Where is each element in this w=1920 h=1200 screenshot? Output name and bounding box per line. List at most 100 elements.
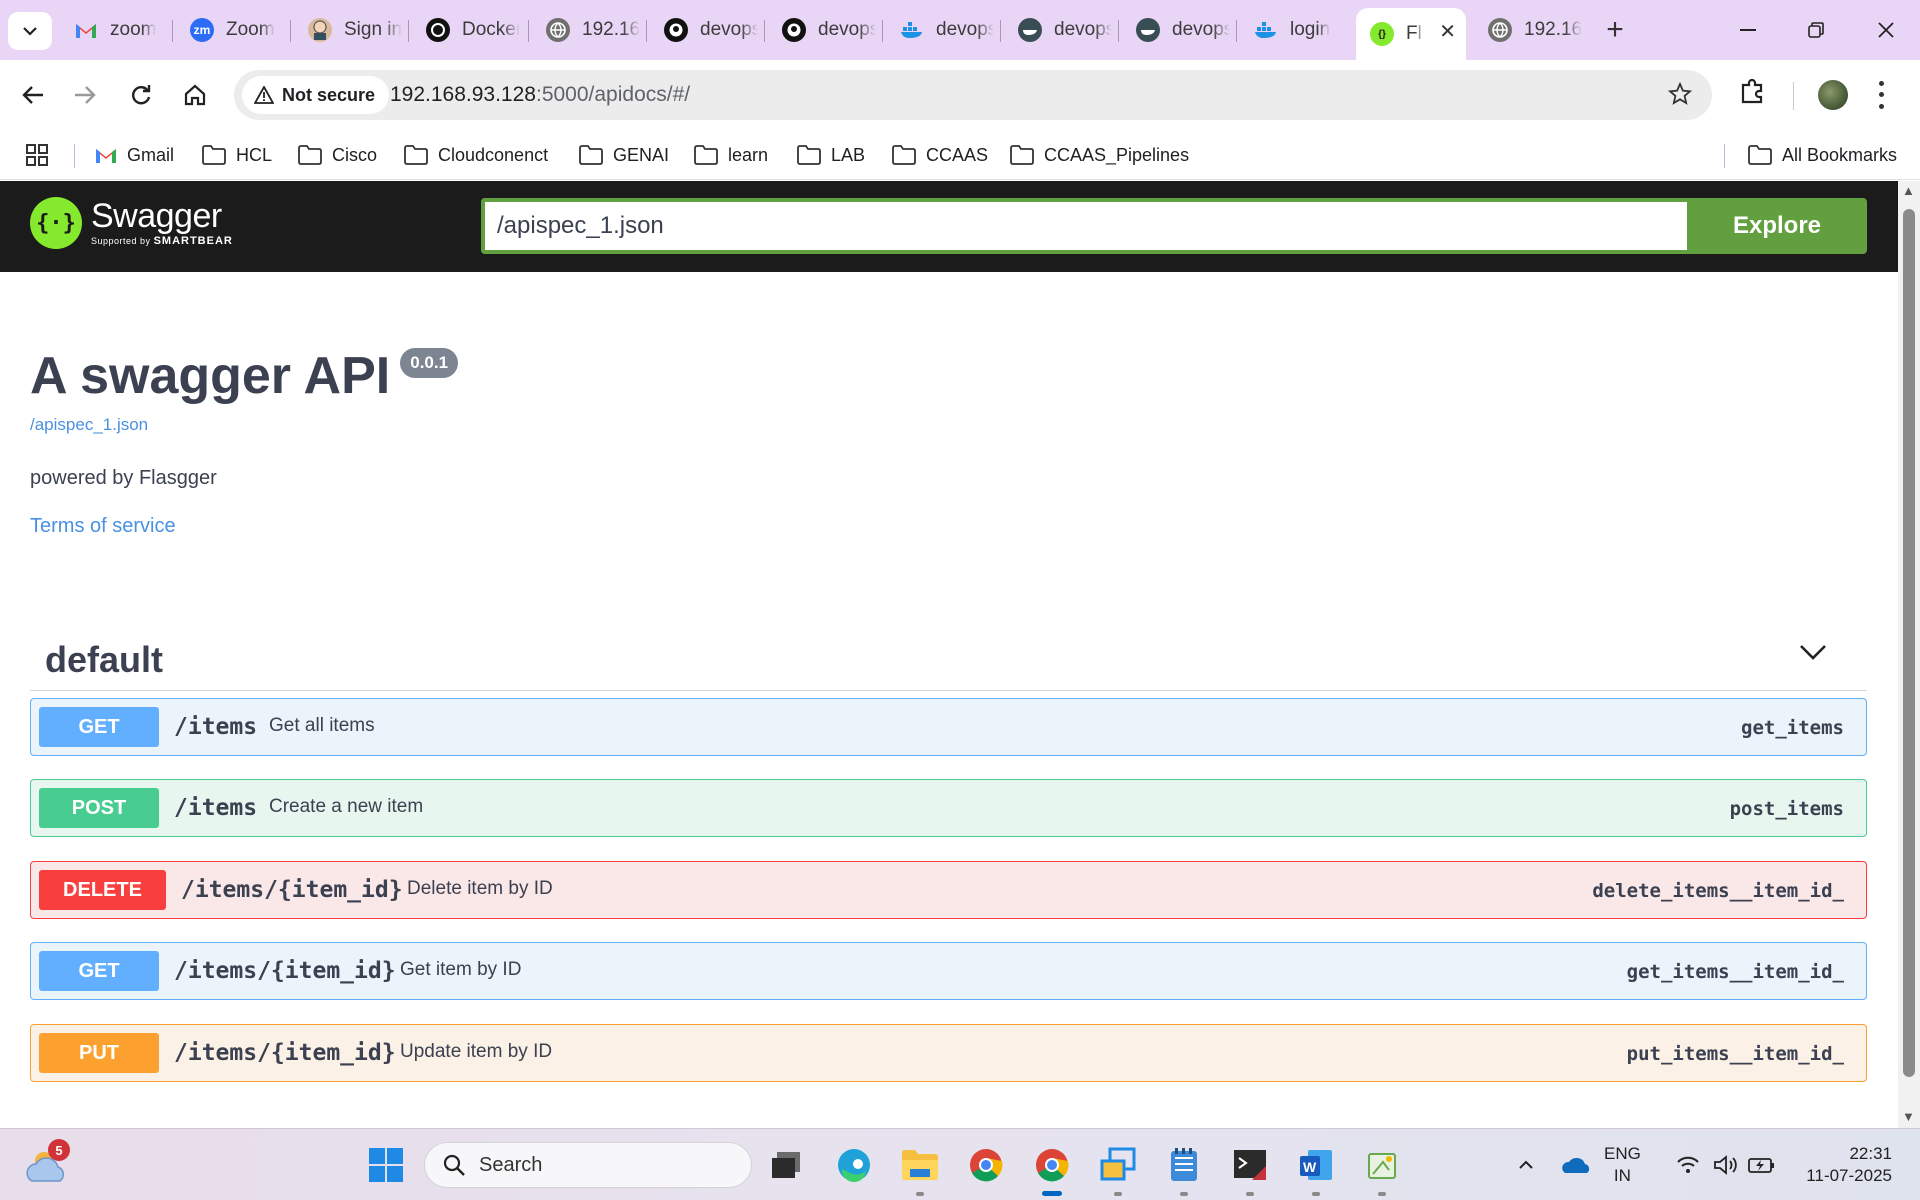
taskbar-chrome-active[interactable] — [1032, 1145, 1072, 1185]
bookmarks-bar: Gmail HCL Cisco Cloudconenct GENAI learn… — [0, 130, 1920, 180]
site-info-button[interactable]: Not secure — [242, 76, 390, 114]
bookmark-genai[interactable]: GENAI — [579, 140, 669, 170]
start-button[interactable] — [366, 1145, 406, 1185]
bookmark-cisco[interactable]: Cisco — [298, 140, 377, 170]
tab-192-2[interactable]: 192.168 — [1474, 8, 1582, 52]
operation-summary: Delete item by ID — [407, 878, 553, 899]
tab-devops-github-2[interactable]: devops — [768, 8, 876, 52]
taskbar-word[interactable]: W — [1296, 1145, 1336, 1185]
home-button[interactable] — [174, 74, 216, 116]
tray-volume[interactable] — [1706, 1145, 1746, 1185]
operation-get-item[interactable]: GET /items/{item_id} Get item by ID get_… — [30, 942, 1867, 1000]
bookmark-star-button[interactable] — [1667, 81, 1693, 111]
tray-overflow-button[interactable] — [1506, 1145, 1546, 1185]
operation-summary: Update item by ID — [400, 1041, 553, 1062]
restore-button[interactable] — [1788, 8, 1844, 52]
taskbar-search[interactable]: Search — [424, 1142, 752, 1188]
reload-button[interactable] — [120, 74, 162, 116]
apps-button[interactable] — [26, 140, 58, 170]
spec-link[interactable]: /apispec_1.json — [30, 415, 148, 435]
bookmark-ccaas-pipelines[interactable]: CCAAS_Pipelines — [1010, 140, 1189, 170]
terms-of-service-link[interactable]: Terms of service — [30, 515, 176, 538]
tab-sign-in[interactable]: Sign in — [294, 8, 402, 52]
search-icon — [443, 1154, 465, 1176]
scroll-down-icon[interactable]: ▼ — [1902, 1109, 1915, 1124]
new-tab-button[interactable]: + — [1597, 10, 1633, 50]
url-host: 192.168.93.128 — [390, 83, 536, 106]
taskbar-terminal[interactable] — [1230, 1145, 1270, 1185]
tray-battery[interactable] — [1742, 1145, 1782, 1185]
forward-button[interactable] — [64, 74, 106, 116]
minimize-button[interactable] — [1720, 8, 1776, 52]
operation-put-item[interactable]: PUT /items/{item_id} Update item by ID p… — [30, 1024, 1867, 1082]
scrollbar-thumb[interactable] — [1903, 209, 1915, 1077]
bookmark-learn[interactable]: learn — [694, 140, 768, 170]
tray-clock[interactable]: 22:31 11-07-2025 — [1798, 1143, 1892, 1187]
tab-devops-github-1[interactable]: devops — [650, 8, 758, 52]
gmail-icon — [74, 18, 98, 42]
operation-delete-item[interactable]: DELETE /items/{item_id} Delete item by I… — [30, 861, 1867, 919]
tab-search-button[interactable] — [8, 12, 52, 50]
tag-section-header[interactable]: default — [30, 621, 1867, 691]
address-bar[interactable]: Not secure 192.168.93.128:5000/apidocs/#… — [234, 70, 1712, 120]
bookmark-gmail[interactable]: Gmail — [95, 140, 174, 170]
url-text[interactable]: 192.168.93.128:5000/apidocs/#/ — [390, 83, 690, 107]
tray-language[interactable]: ENG IN — [1604, 1143, 1641, 1187]
taskbar-edge[interactable] — [834, 1145, 874, 1185]
operation-id: get_items — [1741, 717, 1844, 739]
tab-devops-dockerhub-1[interactable]: devops — [1004, 8, 1112, 52]
spec-url-input[interactable] — [481, 198, 1687, 254]
browser-menu-button[interactable] — [1876, 78, 1886, 112]
swagger-topbar: {·} Swagger Supported by SMARTBEAR Explo… — [0, 181, 1898, 272]
chevron-up-icon — [1519, 1160, 1533, 1169]
tray-onedrive[interactable] — [1556, 1145, 1596, 1185]
all-bookmarks-button[interactable]: All Bookmarks — [1748, 140, 1897, 170]
taskbar-remote-desktop[interactable] — [1098, 1145, 1138, 1185]
tab-devops-docker-1[interactable]: devops — [886, 8, 994, 52]
taskbar-file-explorer[interactable] — [900, 1145, 940, 1185]
tab-192-1[interactable]: 192.168 — [532, 8, 640, 52]
extensions-button[interactable] — [1740, 78, 1766, 109]
swagger-logo[interactable]: {·} Swagger Supported by SMARTBEAR — [30, 197, 233, 249]
battery-charging-icon — [1748, 1158, 1774, 1173]
back-button[interactable] — [12, 74, 54, 116]
chevron-down-icon — [23, 27, 37, 36]
scroll-up-icon[interactable]: ▲ — [1902, 183, 1915, 198]
operation-id: put_items__item_id_ — [1626, 1043, 1844, 1065]
operation-get-items[interactable]: GET /items Get all items get_items — [30, 698, 1867, 756]
tray-wifi[interactable] — [1668, 1145, 1708, 1185]
chevron-down-icon[interactable] — [1799, 643, 1827, 661]
taskbar-snipping-tool[interactable] — [1362, 1145, 1402, 1185]
folder-icon — [404, 145, 428, 165]
chrome-icon — [970, 1149, 1003, 1182]
taskbar-task-view[interactable] — [766, 1145, 806, 1185]
bookmark-ccaas[interactable]: CCAAS — [892, 140, 988, 170]
terminal-icon — [1234, 1150, 1266, 1180]
page-scrollbar[interactable]: ▲ ▼ — [1898, 181, 1920, 1128]
close-window-button[interactable] — [1858, 8, 1914, 52]
tab-docker-chatgpt[interactable]: Docker — [412, 8, 520, 52]
arrow-left-icon — [22, 86, 43, 104]
minimize-icon — [1740, 29, 1756, 31]
folder-icon — [1748, 145, 1772, 165]
bookmark-lab[interactable]: LAB — [797, 140, 865, 170]
tab-devops-dockerhub-2[interactable]: devops — [1122, 8, 1230, 52]
tab-zoom-gmail[interactable]: zoom — [60, 8, 168, 52]
operation-post-items[interactable]: POST /items Create a new item post_items — [30, 779, 1867, 837]
taskbar-chrome[interactable] — [966, 1145, 1006, 1185]
tab-zoom[interactable]: zm Zoom — [176, 8, 284, 52]
tab-login-docker[interactable]: login — [1240, 8, 1348, 52]
tab-swagger-active[interactable]: {} Fl ✕ — [1356, 8, 1466, 60]
operation-path: /items/{item_id} — [181, 877, 403, 903]
folder-icon — [202, 145, 226, 165]
bookmark-cloudconenct[interactable]: Cloudconenct — [404, 140, 548, 170]
explore-button[interactable]: Explore — [1687, 198, 1867, 254]
bookmark-hcl[interactable]: HCL — [202, 140, 272, 170]
api-description: powered by Flasgger — [30, 467, 217, 489]
restore-icon — [1808, 22, 1824, 38]
profile-avatar[interactable] — [1818, 80, 1848, 110]
taskbar-notepad[interactable] — [1164, 1145, 1204, 1185]
windows-logo-icon — [369, 1148, 403, 1182]
close-tab-icon[interactable]: ✕ — [1439, 19, 1456, 44]
method-badge: POST — [39, 788, 159, 828]
